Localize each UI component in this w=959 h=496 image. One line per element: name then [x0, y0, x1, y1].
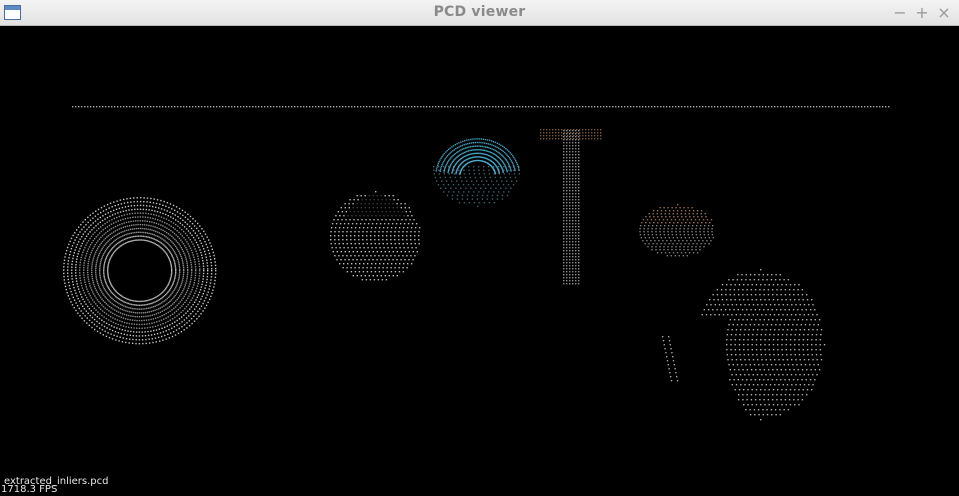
torus-points	[63, 197, 217, 345]
minimize-button[interactable]: −	[890, 3, 910, 23]
render-viewport[interactable]: extracted_inliers.pcd 1718.3 FPS	[0, 26, 959, 496]
sphere-points	[330, 191, 421, 281]
title-bar[interactable]: PCD viewer − + ×	[0, 0, 959, 26]
fps-counter: 1718.3 FPS	[1, 484, 58, 495]
large-sphere-points	[662, 269, 826, 421]
window-title: PCD viewer	[433, 4, 526, 20]
point-cloud-canvas[interactable]	[0, 26, 959, 496]
maximize-button[interactable]: +	[912, 3, 932, 23]
hemisphere-points	[639, 204, 715, 257]
pcd-viewer-window: PCD viewer − + × extracted_inliers.pcd 1…	[0, 0, 959, 496]
plane-points	[72, 106, 890, 108]
close-button[interactable]: ×	[934, 3, 954, 23]
bowl-points	[433, 138, 521, 207]
cylinder-points	[540, 129, 602, 285]
